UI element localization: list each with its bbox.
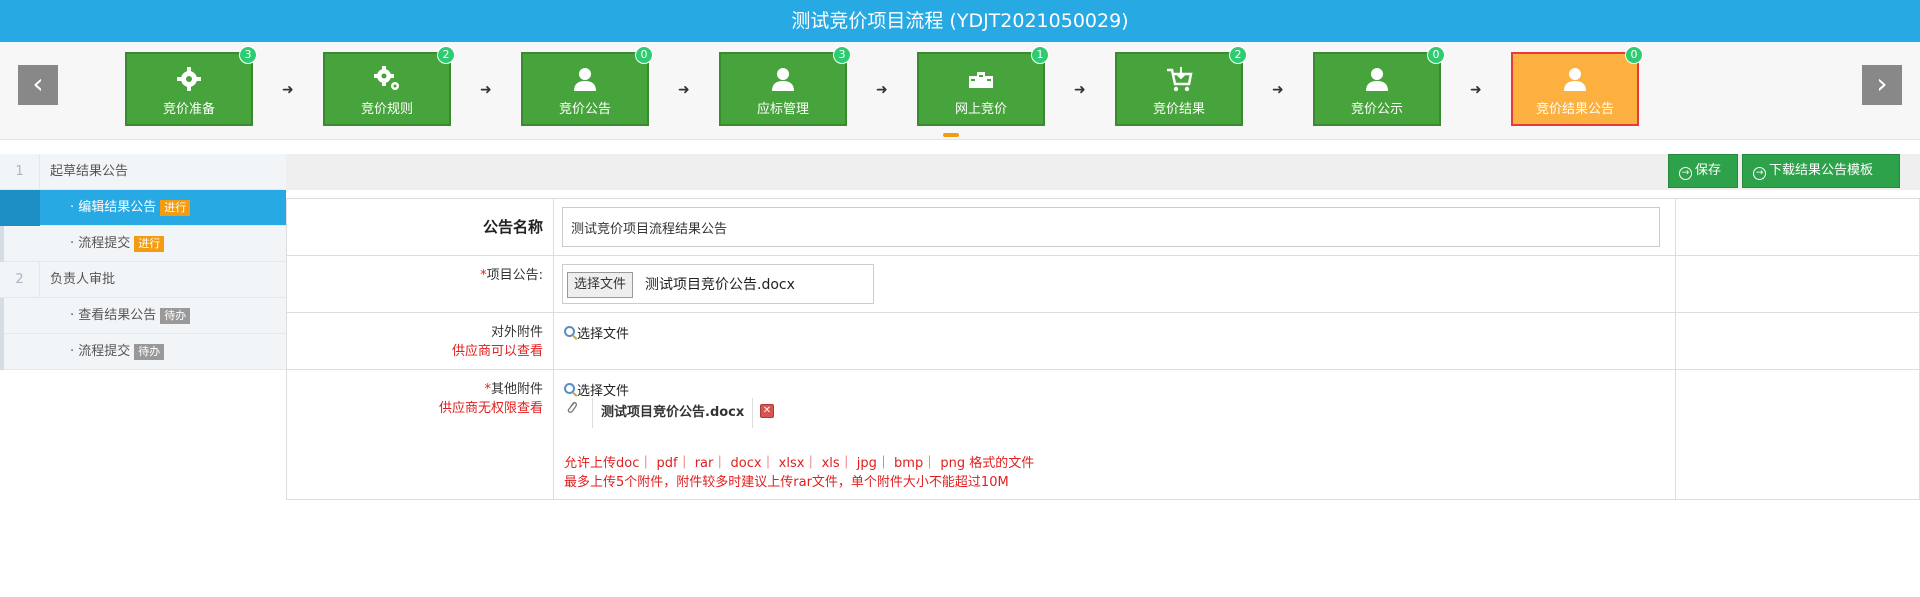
form-row-other-attachment: *其他附件 供应商无权限查看 选择文件 测试项目竞价公告.docx ✕ 允许上传… — [286, 370, 1920, 500]
step-bid-rules[interactable]: 竞价规则 2 — [323, 46, 455, 126]
upload-size-rule: 最多上传5个附件，附件较多时建议上传rar文件，单个附件大小不能超过10M — [564, 475, 1009, 490]
search-icon — [564, 326, 575, 337]
group-label: 起草结果公告 — [50, 164, 129, 179]
select-other-file-link[interactable]: 选择文件 — [564, 380, 629, 399]
gear-icon — [177, 67, 201, 91]
step-label: 竞价公示 — [1350, 102, 1403, 117]
status-badge: 待办 — [134, 343, 165, 360]
select-external-file-link[interactable]: 选择文件 — [564, 323, 629, 342]
arrow-right-icon: ➜ — [480, 82, 492, 98]
sidebar-item-submit-1[interactable]: · 流程提交 进行 — [0, 226, 286, 262]
arrow-right-icon: ➜ — [1074, 82, 1086, 98]
user-icon — [1564, 68, 1586, 91]
step-label: 网上竞价 — [954, 102, 1007, 117]
sidebar: 1 起草结果公告 · 编辑结果公告 进行 · 流程提交 进行 2 负责人审批 · 查… — [0, 154, 286, 370]
arrow-right-icon: ➜ — [1272, 82, 1284, 98]
step-count-badge: 2 — [1229, 46, 1247, 64]
status-badge: 待办 — [160, 307, 191, 324]
step-bid-result-notice[interactable]: 竞价结果公告 0 — [1511, 46, 1643, 126]
sidebar-group-approval: 2 负责人审批 — [0, 262, 286, 298]
step-label: 竞价规则 — [360, 102, 413, 117]
external-attachment-label: 对外附件 — [490, 325, 543, 340]
gears-icon — [374, 66, 399, 90]
notice-name-input[interactable] — [562, 207, 1660, 247]
notice-name-label: 公告名称 — [482, 218, 543, 236]
step-count-badge: 2 — [437, 46, 455, 64]
status-badge: 进行 — [134, 235, 165, 252]
form-row-project-notice: *项目公告: 选择文件 测试项目竞价公告.docx — [286, 256, 1920, 313]
step-count-badge: 0 — [635, 46, 653, 64]
bid-icon — [969, 72, 993, 88]
step-tender-management[interactable]: 应标管理 3 — [719, 46, 851, 126]
step-count-badge: 0 — [1427, 46, 1445, 64]
form-row-external-attachment: 对外附件 供应商可以查看 选择文件 — [286, 313, 1920, 370]
step-bid-publicity[interactable]: 竞价公示 0 — [1313, 46, 1445, 126]
user-icon — [772, 68, 794, 91]
step-indicator — [943, 133, 959, 137]
result-notice-form: 公告名称 *项目公告: 选择文件 测试项目竞价公告.docx 对外附件 供应商可… — [286, 198, 1920, 500]
arrow-circle-icon: → — [1679, 167, 1692, 180]
sidebar-item-view-result-notice[interactable]: · 查看结果公告 待办 — [0, 298, 286, 334]
arrow-right-icon: ➜ — [1470, 82, 1482, 98]
step-count-badge: 3 — [833, 46, 851, 64]
arrow-circle-icon: → — [1753, 167, 1766, 180]
step-bid-notice[interactable]: 竞价公告 0 — [521, 46, 653, 126]
step-label: 竞价结果 — [1152, 102, 1205, 117]
sidebar-item-label: · 流程提交 — [70, 344, 131, 359]
step-label: 应标管理 — [756, 102, 809, 117]
group-number: 2 — [0, 262, 40, 298]
user-icon — [574, 68, 596, 91]
save-button[interactable]: → 保存 — [1668, 154, 1738, 188]
step-count-badge: 1 — [1031, 46, 1049, 64]
download-template-button[interactable]: → 下载结果公告模板 — [1742, 154, 1900, 188]
other-attachment-note: 供应商无权限查看 — [438, 401, 543, 416]
step-bid-result[interactable]: 竞价结果 2 — [1115, 46, 1247, 126]
upload-format-rule: 允许上传doc｜ pdf｜ rar｜ docx｜ xlsx｜ xls｜ jpg｜… — [564, 456, 1035, 471]
process-steps: ‹ 竞价准备 3 ➜ 竞价规则 2 ➜ 竞价公告 0 ➜ 应标管理 3 ➜ 网上… — [0, 42, 1920, 140]
user-icon — [1366, 68, 1388, 91]
sidebar-item-edit-result-notice[interactable]: · 编辑结果公告 进行 — [0, 190, 286, 226]
next-arrow-button[interactable]: › — [1862, 65, 1902, 105]
step-label: 竞价结果公告 — [1535, 102, 1614, 117]
group-number: 1 — [0, 154, 40, 190]
cart-icon — [1167, 67, 1193, 92]
sidebar-item-label: · 查看结果公告 — [70, 308, 157, 323]
chevron-right-icon: › — [1876, 67, 1888, 100]
prev-arrow-button[interactable]: ‹ — [18, 65, 58, 105]
step-count-badge: 0 — [1625, 46, 1643, 64]
page-title: 测试竞价项目流程 (YDJT2021050029) — [0, 0, 1920, 42]
status-badge: 进行 — [160, 199, 191, 216]
arrow-right-icon: ➜ — [282, 82, 294, 98]
search-icon — [564, 383, 575, 394]
external-attachment-note: 供应商可以查看 — [451, 344, 543, 359]
chevron-left-icon: ‹ — [32, 67, 44, 100]
project-file-field: 选择文件 测试项目竞价公告.docx — [562, 264, 874, 304]
arrow-right-icon: ➜ — [678, 82, 690, 98]
sidebar-item-label: · 编辑结果公告 — [70, 200, 157, 215]
selected-file-name: 测试项目竞价公告.docx — [645, 277, 795, 293]
content-toolbar: → 保存 → 下载结果公告模板 — [286, 154, 1920, 190]
step-label: 竞价公告 — [558, 102, 611, 117]
step-bid-prep[interactable]: 竞价准备 3 — [125, 46, 257, 126]
form-row-notice-name: 公告名称 — [286, 199, 1920, 256]
attachment-file-name: 测试项目竞价公告.docx — [592, 398, 754, 428]
group-label: 负责人审批 — [50, 272, 116, 287]
other-attachment-label: 其他附件 — [490, 382, 543, 397]
delete-attachment-icon[interactable]: ✕ — [760, 404, 774, 418]
sidebar-item-label: · 流程提交 — [70, 236, 131, 251]
step-online-bidding[interactable]: 网上竞价 1 — [917, 46, 1049, 126]
sidebar-item-submit-2[interactable]: · 流程提交 待办 — [0, 334, 286, 370]
step-label: 竞价准备 — [162, 102, 215, 117]
choose-file-button[interactable]: 选择文件 — [567, 272, 634, 298]
sidebar-group-draft: 1 起草结果公告 — [0, 154, 286, 190]
arrow-right-icon: ➜ — [876, 82, 888, 98]
project-notice-label: 项目公告: — [486, 268, 543, 283]
paperclip-icon — [566, 400, 578, 418]
step-count-badge: 3 — [239, 46, 257, 64]
